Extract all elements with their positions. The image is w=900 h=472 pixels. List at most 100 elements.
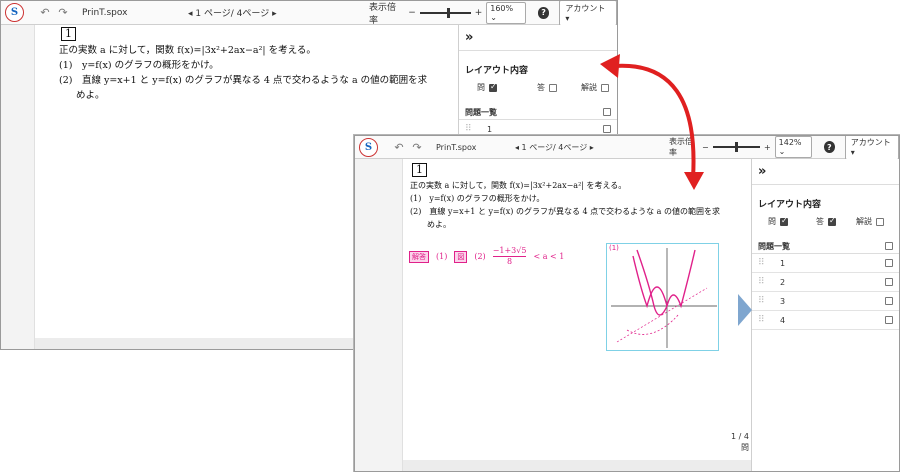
problem-line-3: (2) 直線 y=x+1 と y=f(x) のグラフが異なる 4 点で交わるよう… <box>59 75 428 86</box>
toggle-explanation-checkbox[interactable] <box>876 217 884 226</box>
left-gutter <box>1 25 35 349</box>
page-indicator: 1 / 4 問 <box>731 431 749 453</box>
help-icon[interactable]: ? <box>823 141 835 153</box>
answer-part-1: (1) <box>436 252 448 261</box>
page-navigator[interactable]: ◂ 1 ページ/ 4ページ ▸ <box>515 142 594 153</box>
toggle-explanation-label: 解説 <box>856 217 872 226</box>
fraction-numerator: −1+3√5 <box>492 246 527 255</box>
collapse-panel-icon[interactable]: » <box>459 25 617 51</box>
list-item-checkbox[interactable] <box>885 316 893 324</box>
toggle-answer-checkbox[interactable] <box>549 83 557 92</box>
list-item[interactable]: ⠿ 3 <box>752 292 899 311</box>
problem-line-2: (1) y=f(x) のグラフの概形をかけ。 <box>410 194 545 203</box>
logo-letter: S <box>10 7 19 18</box>
problem-line-2: (1) y=f(x) のグラフの概形をかけ。 <box>59 60 219 71</box>
horizontal-scrollbar[interactable] <box>403 460 751 471</box>
zoom-in-button[interactable]: + <box>764 143 771 152</box>
problem-text: 1 正の実数 a に対して，関数 f(x)=|3x²+2ax−a²| を考える。… <box>59 27 459 103</box>
list-item[interactable]: ⠿ 4 <box>752 311 899 330</box>
next-arrow-icon <box>738 294 752 326</box>
zoom-controls: 表示倍率 − + 142% ⌄ ? アカウント ▾ <box>669 136 899 160</box>
select-all-checkbox[interactable] <box>603 108 611 116</box>
list-item-number: 4 <box>780 315 786 325</box>
list-item-number: 2 <box>780 277 786 287</box>
file-name: PrinT.spox <box>82 7 128 18</box>
problem-line-1: 正の実数 a に対して，関数 f(x)=|3x²+2ax−a²| を考える。 <box>59 45 316 56</box>
redo-icon[interactable]: ↷ <box>408 141 426 154</box>
answer-fraction: −1+3√5 8 <box>492 246 527 267</box>
answer-part-2: (2) <box>474 252 486 261</box>
account-button[interactable]: アカウント ▾ <box>844 136 899 160</box>
drag-handle-icon[interactable]: ⠿ <box>758 315 780 325</box>
collapse-panel-icon[interactable]: » <box>752 159 899 185</box>
problem-number: 1 <box>412 163 427 177</box>
drag-handle-icon[interactable]: ⠿ <box>465 124 487 134</box>
undo-icon[interactable]: ↶ <box>390 141 408 154</box>
zoom-slider[interactable] <box>419 7 471 18</box>
figure-reference: 図 <box>454 250 468 263</box>
list-item-checkbox[interactable] <box>885 259 893 267</box>
zoom-out-button[interactable]: − <box>408 8 416 18</box>
problem-list-title: 問題一覧 <box>465 107 497 117</box>
problem-text: 1 正の実数 a に対して，関数 f(x)=|3x²+2ax−a²| を考える。… <box>410 163 740 231</box>
answer-line: 解答 (1) 図 (2) −1+3√5 8 < a < 1 <box>409 246 564 267</box>
app-logo[interactable]: S <box>359 137 378 157</box>
problem-line-3b: めよ。 <box>76 90 105 101</box>
graph-label: (1) <box>609 244 619 252</box>
undo-icon[interactable]: ↶ <box>36 6 54 19</box>
list-item-checkbox[interactable] <box>885 297 893 305</box>
layout-title: レイアウト内容 <box>465 66 529 76</box>
graph-svg <box>611 248 717 348</box>
drag-handle-icon[interactable]: ⠿ <box>758 296 780 306</box>
toggle-answer-label: 答 <box>537 83 545 92</box>
zoom-slider-thumb[interactable] <box>446 7 450 18</box>
toggle-explanation-checkbox[interactable] <box>601 83 609 92</box>
zoom-select[interactable]: 142% ⌄ <box>774 136 812 158</box>
toggle-question-label: 問 <box>768 217 776 226</box>
problem-number: 1 <box>61 27 76 41</box>
problem-list-header: 問題一覧 <box>752 239 899 254</box>
list-item[interactable]: ⠿ 2 <box>752 273 899 292</box>
page-number: 1 / 4 <box>731 432 749 441</box>
toggle-question-checkbox[interactable] <box>780 216 788 226</box>
zoom-in-button[interactable]: + <box>475 8 483 18</box>
zoom-label: 表示倍率 <box>669 137 693 157</box>
drag-handle-icon[interactable]: ⠿ <box>758 258 780 268</box>
page-kind: 問 <box>741 443 749 452</box>
left-gutter <box>355 159 403 471</box>
file-name: PrinT.spox <box>436 142 477 152</box>
toggle-question-label: 問 <box>477 83 485 92</box>
problem-line-3b: めよ。 <box>427 220 451 229</box>
problem-line-3: (2) 直線 y=x+1 と y=f(x) のグラフが異なる 4 点で交わるよう… <box>410 207 720 216</box>
list-item-checkbox[interactable] <box>885 278 893 286</box>
zoom-slider[interactable] <box>712 142 760 152</box>
answer-inequality: < a < 1 <box>533 252 565 261</box>
layout-toggles: 問 答 解説 <box>752 214 899 229</box>
select-all-checkbox[interactable] <box>885 242 893 250</box>
zoom-select[interactable]: 160% ⌄ <box>486 1 526 24</box>
drag-handle-icon[interactable]: ⠿ <box>758 277 780 287</box>
layout-title: レイアウト内容 <box>758 200 822 210</box>
account-button[interactable]: アカウント ▾ <box>559 1 617 26</box>
zoom-controls: 表示倍率 − + 160% ⌄ ? アカウント ▾ <box>369 1 617 26</box>
answer-tag: 解答 <box>409 250 429 263</box>
page-navigator[interactable]: ◂ 1 ページ/ 4ページ ▸ <box>188 6 277 19</box>
redo-icon[interactable]: ↷ <box>54 6 72 19</box>
zoom-slider-thumb[interactable] <box>734 142 738 152</box>
list-item[interactable]: ⠿ 1 <box>752 254 899 273</box>
toggle-question-checkbox[interactable] <box>489 82 497 92</box>
window-after: S ↶ ↷ PrinT.spox ◂ 1 ページ/ 4ページ ▸ 表示倍率 − … <box>354 135 900 472</box>
list-item-checkbox[interactable] <box>603 125 611 133</box>
fraction-denominator: 8 <box>507 257 513 266</box>
list-item-number: 3 <box>780 296 786 306</box>
zoom-out-button[interactable]: − <box>702 143 709 152</box>
problem-line-1: 正の実数 a に対して，関数 f(x)=|3x²+2ax−a²| を考える。 <box>410 181 627 190</box>
help-icon[interactable]: ? <box>537 6 550 19</box>
toolbar: S ↶ ↷ PrinT.spox ◂ 1 ページ/ 4ページ ▸ 表示倍率 − … <box>355 136 899 160</box>
toggle-explanation-label: 解説 <box>581 83 597 92</box>
app-logo[interactable]: S <box>5 3 24 22</box>
toggle-answer-checkbox[interactable] <box>828 216 836 226</box>
zoom-label: 表示倍率 <box>369 2 397 26</box>
layout-panel: » レイアウト内容 問 答 解説 問題一覧 ⠿1 ⠿2 ⠿3 ⠿4 <box>751 159 899 471</box>
toggle-answer-label: 答 <box>816 217 824 226</box>
